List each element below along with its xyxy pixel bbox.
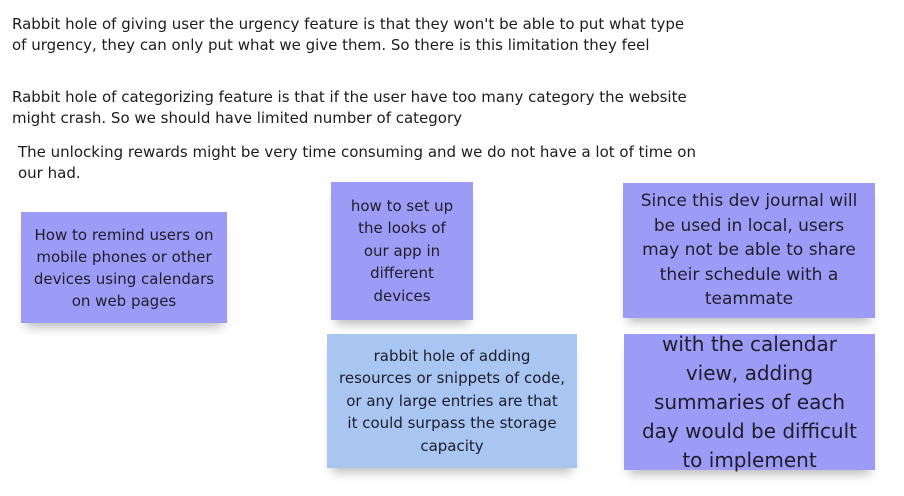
sticky-note-text: rabbit hole of adding resources or snipp… (339, 346, 565, 455)
sticky-note-text: How to remind users on mobile phones or … (33, 225, 215, 310)
sticky-note-calendar-summaries[interactable]: with the calendar view, adding summaries… (624, 332, 875, 472)
note-text-categorizing: Rabbit hole of categorizing feature is t… (12, 88, 687, 127)
note-text-urgency: Rabbit hole of giving user the urgency f… (12, 15, 685, 54)
sticky-note-text: how to set up the looks of our app in di… (350, 196, 454, 305)
sticky-note-share-schedule[interactable]: Since this dev journal will be used in l… (623, 183, 875, 318)
sticky-note-text: with the calendar view, adding summaries… (641, 331, 858, 472)
sticky-note-text: Since this dev journal will be used in l… (640, 191, 858, 310)
sticky-note-storage-capacity[interactable]: rabbit hole of adding resources or snipp… (327, 334, 577, 468)
sticky-note-app-looks[interactable]: how to set up the looks of our app in di… (331, 182, 473, 320)
sticky-note-remind-users[interactable]: How to remind users on mobile phones or … (21, 212, 227, 323)
note-text-rewards: The unlocking rewards might be very time… (18, 143, 696, 182)
